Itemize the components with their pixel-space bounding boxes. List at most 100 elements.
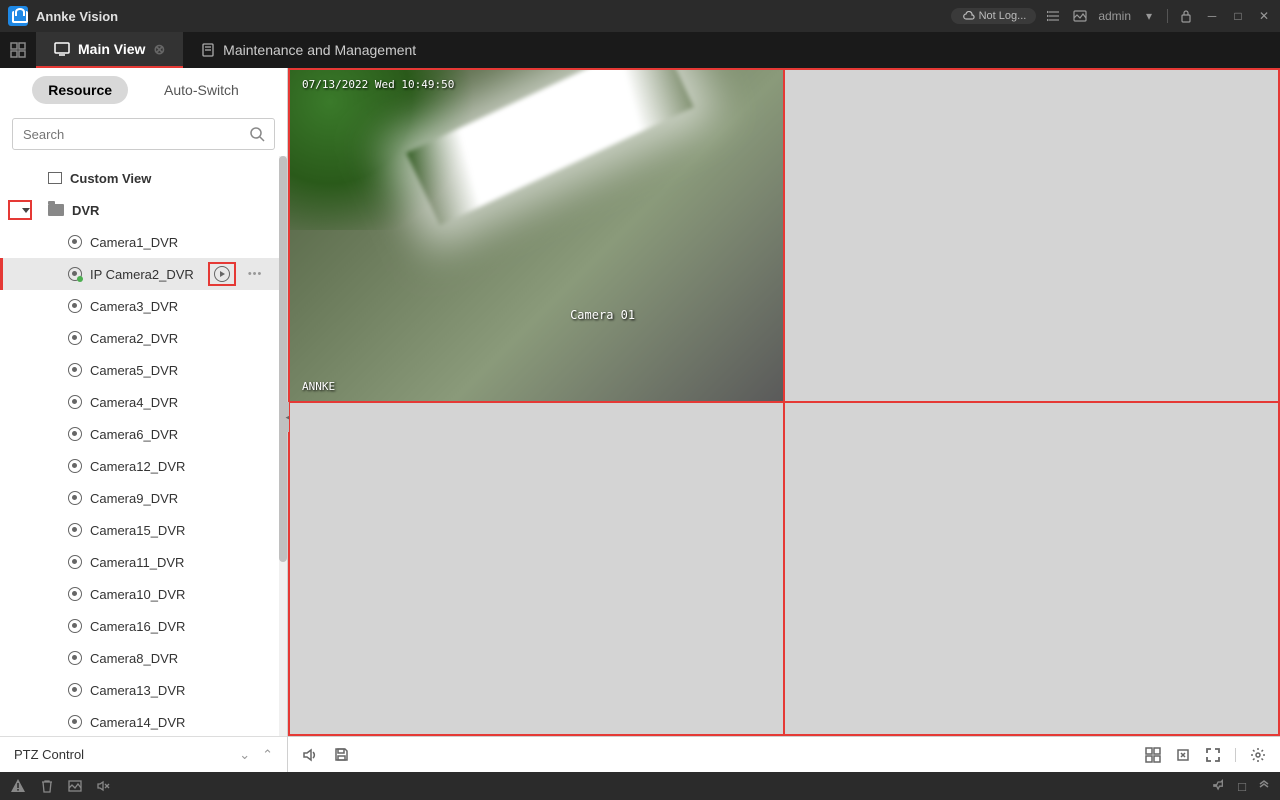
picture-icon[interactable] (1072, 8, 1088, 24)
settings-doc-icon (201, 43, 215, 57)
content: Resource Auto-Switch Custom View DVR (0, 68, 1280, 772)
camera-icon (68, 619, 82, 633)
scrollbar-thumb[interactable] (279, 156, 287, 562)
play-icon (214, 266, 230, 282)
tree-camera-item[interactable]: Camera11_DVR (0, 546, 287, 578)
tree-camera-item[interactable]: Camera5_DVR (0, 354, 287, 386)
layout-grid-icon[interactable] (1145, 747, 1161, 763)
tab-close-icon[interactable]: ⊗ (153, 41, 165, 58)
statusbar: □ (0, 772, 1280, 800)
camera-icon (68, 395, 82, 409)
tree-camera-item[interactable]: Camera2_DVR (0, 322, 287, 354)
video-cell-3[interactable] (289, 402, 784, 735)
camera-label: Camera5_DVR (90, 363, 178, 378)
custom-view-label: Custom View (70, 171, 151, 186)
save-icon[interactable] (334, 747, 349, 762)
window-icon[interactable]: □ (1238, 779, 1246, 794)
custom-view-icon (48, 172, 62, 184)
camera-icon (68, 299, 82, 313)
tab-main-view[interactable]: Main View ⊗ (36, 32, 183, 68)
close-all-icon[interactable] (1175, 747, 1191, 763)
search-icon[interactable] (249, 126, 265, 142)
tree-camera-item[interactable]: IP Camera2_DVR••• (0, 258, 287, 290)
tree-camera-item[interactable]: Camera4_DVR (0, 386, 287, 418)
camera-label: Camera10_DVR (90, 587, 185, 602)
video-feed: 07/13/2022 Wed 10:49:50 Camera 01 ANNKE (290, 70, 783, 401)
tree-camera-item[interactable]: Camera6_DVR (0, 418, 287, 450)
camera-icon (68, 587, 82, 601)
tab-maintenance[interactable]: Maintenance and Management (183, 32, 434, 68)
camera-label: Camera1_DVR (90, 235, 178, 250)
sidebar-tab-resource[interactable]: Resource (32, 76, 128, 104)
chevron-up-icon[interactable]: ⌃ (262, 747, 273, 763)
lock-icon[interactable] (1178, 8, 1194, 24)
tree-camera-item[interactable]: Camera1_DVR (0, 226, 287, 258)
close-icon[interactable]: ✕ (1256, 8, 1272, 24)
video-cell-2[interactable] (784, 69, 1279, 402)
fullscreen-icon[interactable] (1205, 747, 1221, 763)
login-status-chip[interactable]: Not Log... (951, 8, 1037, 24)
camera-icon (68, 555, 82, 569)
camera-icon (68, 651, 82, 665)
image-icon[interactable] (68, 779, 82, 793)
feed-timestamp: 07/13/2022 Wed 10:49:50 (302, 78, 771, 91)
maximize-icon[interactable]: □ (1230, 8, 1246, 24)
video-toolbar (288, 736, 1280, 772)
tree-custom-view[interactable]: Custom View (0, 162, 287, 194)
sidebar-tabs: Resource Auto-Switch (0, 68, 287, 112)
user-label[interactable]: admin (1098, 8, 1131, 24)
tree-device-dvr[interactable]: DVR (0, 194, 287, 226)
camera-label: Camera14_DVR (90, 715, 185, 730)
tree-camera-item[interactable]: Camera16_DVR (0, 610, 287, 642)
cloud-icon (961, 11, 975, 21)
tree-camera-item[interactable]: Camera9_DVR (0, 482, 287, 514)
tree-camera-item[interactable]: Camera12_DVR (0, 450, 287, 482)
expand-arrow-icon[interactable] (22, 208, 30, 213)
tabbar: Main View ⊗ Maintenance and Management (0, 32, 1280, 68)
more-icon[interactable]: ••• (248, 268, 263, 280)
collapse-up-icon[interactable] (1258, 779, 1270, 794)
pin-icon[interactable] (1213, 779, 1226, 794)
tree-camera-item[interactable]: Camera13_DVR (0, 674, 287, 706)
tree-camera-item[interactable]: Camera3_DVR (0, 290, 287, 322)
dashboard-grid-icon[interactable] (0, 32, 36, 68)
camera-icon (68, 459, 82, 473)
video-cell-1[interactable]: 07/13/2022 Wed 10:49:50 Camera 01 ANNKE (289, 69, 784, 402)
camera-label: Camera15_DVR (90, 523, 185, 538)
divider (1167, 9, 1168, 23)
play-button-highlight[interactable] (208, 262, 236, 286)
ptz-control-bar[interactable]: PTZ Control ⌄ ⌃ (0, 736, 287, 772)
search-input[interactable] (12, 118, 275, 150)
camera-icon (68, 715, 82, 729)
list-icon[interactable] (1046, 8, 1062, 24)
tab-label: Maintenance and Management (223, 42, 416, 58)
camera-label: Camera4_DVR (90, 395, 178, 410)
camera-icon (68, 363, 82, 377)
video-grid: ◀ 07/13/2022 Wed 10:49:50 Camera 01 ANNK… (288, 68, 1280, 736)
sidebar: Resource Auto-Switch Custom View DVR (0, 68, 288, 772)
tree-camera-item[interactable]: Camera10_DVR (0, 578, 287, 610)
alert-icon[interactable] (10, 778, 26, 794)
minimize-icon[interactable]: ─ (1204, 8, 1220, 24)
camera-label: Camera16_DVR (90, 619, 185, 634)
ptz-label: PTZ Control (14, 747, 84, 762)
monitor-icon (54, 42, 70, 56)
tree-camera-item[interactable]: Camera14_DVR (0, 706, 287, 736)
sidebar-tab-autoswitch[interactable]: Auto-Switch (148, 76, 255, 104)
volume-icon[interactable] (302, 747, 318, 763)
camera-label: Camera3_DVR (90, 299, 178, 314)
tree-camera-item[interactable]: Camera15_DVR (0, 514, 287, 546)
tree-camera-item[interactable]: Camera8_DVR (0, 642, 287, 674)
camera-label: Camera12_DVR (90, 459, 185, 474)
chevron-down-icon[interactable]: ⌄ (239, 747, 250, 763)
trash-icon[interactable] (40, 779, 54, 793)
user-dropdown-icon[interactable]: ▾ (1141, 8, 1157, 24)
video-cell-4[interactable] (784, 402, 1279, 735)
titlebar: Annke Vision Not Log... admin ▾ ─ □ ✕ (0, 0, 1280, 32)
camera-label: Camera11_DVR (90, 555, 184, 570)
gear-icon[interactable] (1250, 747, 1266, 763)
camera-icon (68, 331, 82, 345)
mute-icon[interactable] (96, 779, 110, 793)
feed-brand: ANNKE (302, 380, 335, 393)
camera-icon (68, 235, 82, 249)
